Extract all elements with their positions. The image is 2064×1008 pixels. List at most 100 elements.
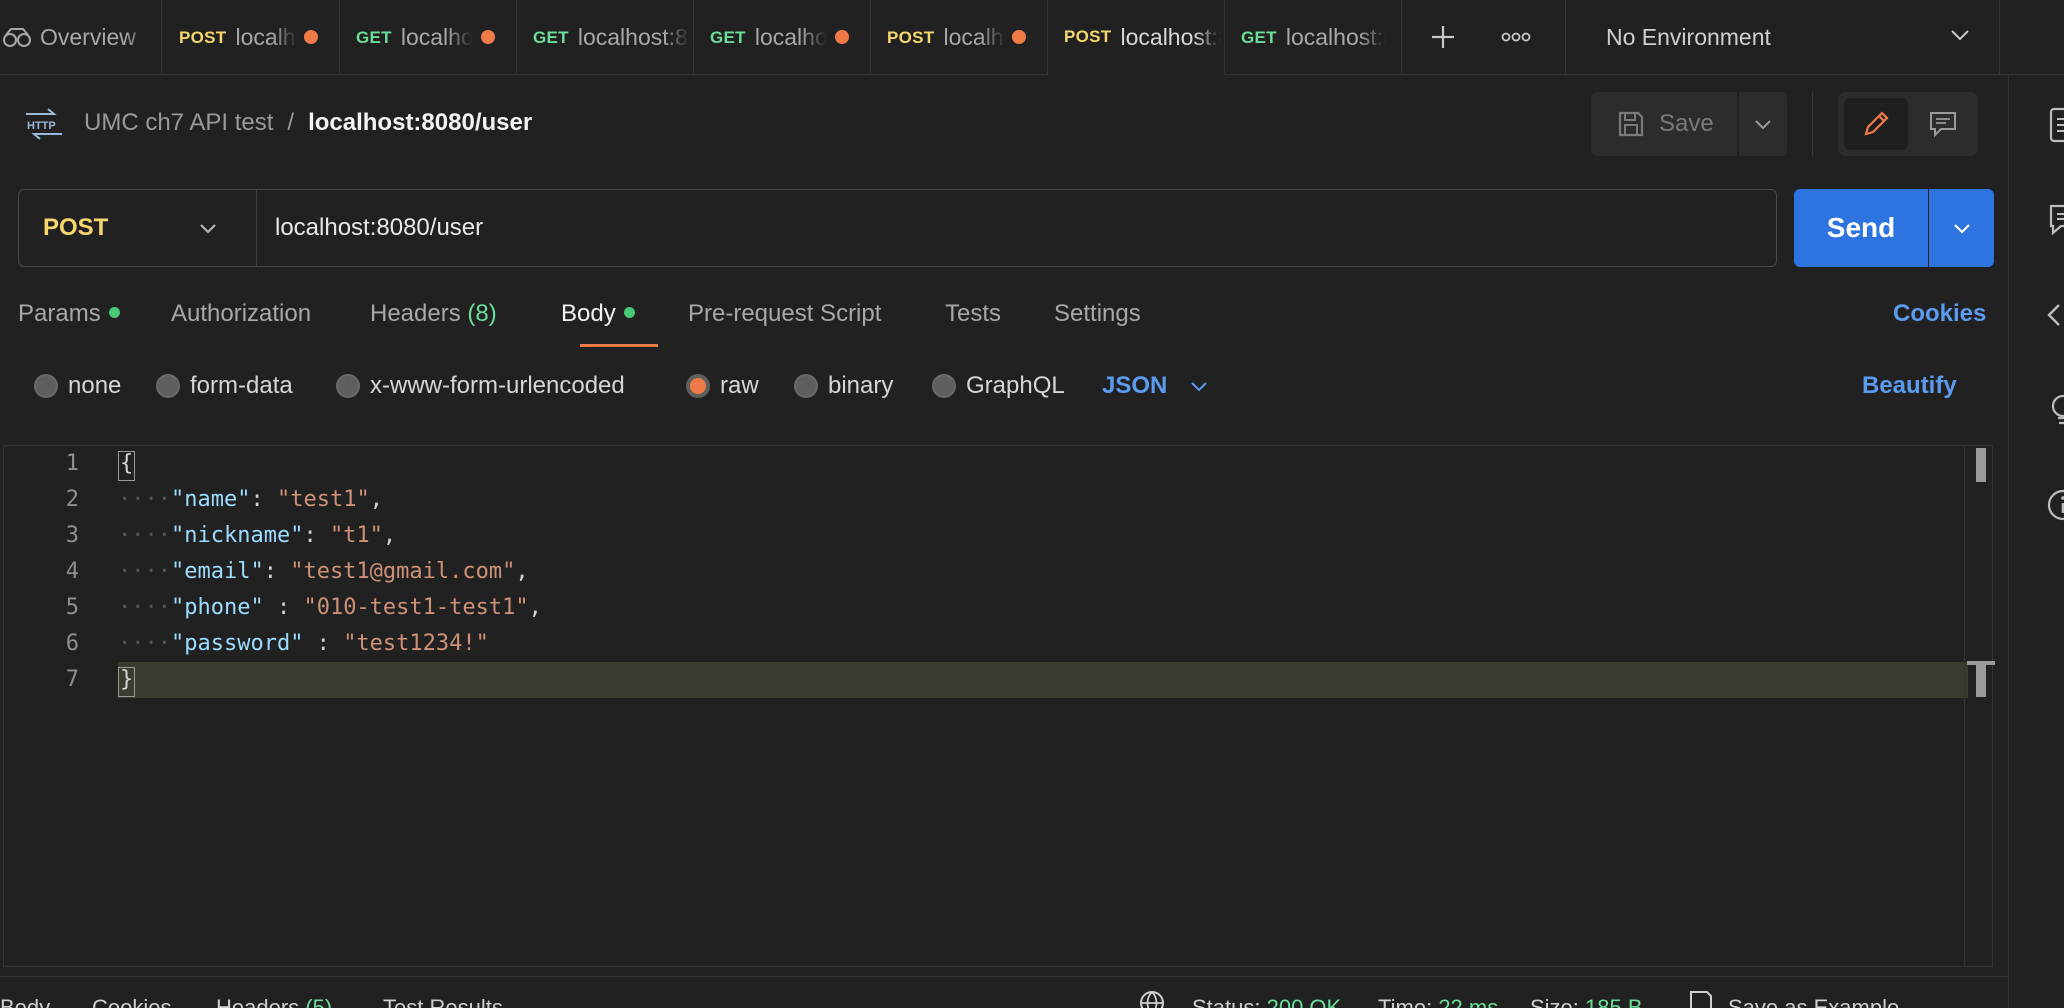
tab-pre-request-script[interactable]: Pre-request Script [688, 300, 881, 328]
json-key: "password" [170, 631, 304, 656]
cookies-link[interactable]: Cookies [1893, 300, 1986, 328]
send-options-button[interactable] [1929, 189, 1994, 267]
documentation-icon[interactable] [2041, 105, 2064, 145]
tab-request-active[interactable]: POST localhost:8080/user [1048, 0, 1225, 75]
tab-request[interactable]: GET localhost:8080 [340, 0, 517, 75]
tab-tests-label: Tests [945, 300, 1002, 327]
json-comma: , [369, 487, 383, 512]
json-value: "test1" [276, 487, 370, 512]
http-icon: HTTP [26, 108, 62, 140]
json-separator: : [250, 487, 277, 512]
time-value: 22 ms [1438, 995, 1499, 1008]
new-tab-plus-icon[interactable] [1420, 14, 1466, 60]
lightbulb-icon[interactable] [2041, 390, 2064, 430]
unsaved-dot-icon [304, 30, 318, 44]
scrollbar-track [1964, 446, 1965, 966]
json-separator: : [263, 595, 304, 620]
body-type-label: GraphQL [966, 372, 1065, 399]
tab-settings-label: Settings [1054, 300, 1141, 327]
tab-settings[interactable]: Settings [1054, 300, 1141, 328]
breadcrumb: UMC ch7 API test / localhost:8080/user [84, 109, 532, 137]
radio-button[interactable] [932, 374, 956, 398]
line-number: 1 [65, 451, 79, 476]
tab-request[interactable]: POST localhost:8080/user [163, 0, 340, 75]
tab-tests[interactable]: Tests [945, 300, 1001, 328]
svg-text:HTTP: HTTP [27, 120, 56, 132]
response-tab-test-results[interactable]: Test Results [383, 995, 503, 1008]
environment-selector[interactable]: No Environment [1565, 0, 2000, 75]
body-type-form-data[interactable]: form-data [156, 372, 293, 400]
body-type-raw[interactable]: raw [686, 372, 759, 400]
save-as-example-button[interactable]: Save as Example [1728, 995, 1899, 1008]
json-comma: , [528, 595, 542, 620]
code-editor[interactable]: 1 2 3 4 5 6 7 { ····"name": "test1", ···… [3, 445, 1995, 967]
json-key: "email" [170, 559, 264, 584]
globe-icon[interactable] [1138, 989, 1166, 1008]
tab-request[interactable]: GET localhost:8080 [694, 0, 871, 75]
line-number: 7 [65, 667, 79, 692]
info-icon[interactable] [2041, 485, 2064, 525]
tab-headers[interactable]: Headers (8) [370, 300, 497, 328]
save-label: Save [1659, 110, 1714, 137]
unsaved-dot-icon [835, 30, 849, 44]
json-separator: : [263, 559, 291, 584]
tab-request[interactable]: GET localhost:8080 [517, 0, 694, 75]
beautify-button[interactable]: Beautify [1862, 372, 1957, 400]
send-button[interactable]: Send [1794, 189, 1928, 267]
radio-button[interactable] [336, 374, 360, 398]
url-input[interactable] [257, 190, 1776, 266]
save-icon [1690, 991, 1712, 1008]
code-icon[interactable] [2041, 295, 2064, 335]
body-type-graphql[interactable]: GraphQL [932, 372, 1065, 400]
tab-bar: Overview POST localhost:8080/user GET lo… [0, 0, 2064, 75]
comment-mode-button[interactable] [1914, 98, 1972, 150]
save-options-button[interactable] [1739, 92, 1787, 156]
save-button[interactable]: Save [1591, 92, 1737, 156]
code-line: ····"nickname": "t1", [118, 523, 397, 548]
json-value: "t1" [329, 523, 383, 548]
code-line: ····"email": "test1@gmail.com", [118, 559, 529, 584]
body-type-none[interactable]: none [34, 372, 121, 400]
collection-name[interactable]: UMC ch7 API test [84, 109, 273, 137]
more-tabs-icon[interactable] [1493, 14, 1539, 60]
code-content[interactable]: { ····"name": "test1", ····"nickname": "… [118, 446, 1968, 698]
radio-button[interactable] [794, 374, 818, 398]
tab-method: POST [1064, 27, 1112, 46]
body-type-binary[interactable]: binary [794, 372, 893, 400]
edit-mode-button[interactable] [1844, 98, 1908, 150]
comments-icon[interactable] [2041, 200, 2064, 240]
request-tabs: Params Authorization Headers (8) Body Pr… [18, 296, 1998, 352]
tab-request[interactable]: POST localhost:8080 [871, 0, 1048, 75]
send-group: Send [1794, 189, 1994, 267]
header-divider [1812, 92, 1813, 156]
body-type-label: none [68, 372, 122, 399]
code-line-current: } [118, 662, 1968, 698]
json-separator: : [303, 631, 344, 656]
request-title[interactable]: localhost:8080/user [308, 109, 532, 137]
body-type-urlencoded[interactable]: x-www-form-urlencoded [336, 372, 625, 400]
radio-button[interactable] [34, 374, 58, 398]
method-select[interactable]: POST [19, 190, 257, 266]
json-key: "nickname" [170, 523, 304, 548]
radio-button-selected[interactable] [686, 374, 710, 398]
response-tab-body[interactable]: Body [0, 995, 50, 1008]
chevron-down-icon [1755, 120, 1771, 130]
response-tab-cookies[interactable]: Cookies [92, 995, 171, 1008]
tab-overview[interactable]: Overview [0, 0, 162, 75]
json-key: "name" [170, 487, 251, 512]
language-select[interactable]: JSON [1102, 372, 1209, 400]
tab-body[interactable]: Body [561, 300, 635, 328]
scrollbar-thumb[interactable] [1976, 448, 1986, 482]
response-tab-headers[interactable]: Headers (5) [216, 995, 332, 1008]
tab-request[interactable]: GET localhost:8080 [1225, 0, 1402, 75]
tab-authorization[interactable]: Authorization [171, 300, 311, 328]
status-dot-icon [108, 307, 120, 319]
tab-label: localhost:8080 [400, 24, 473, 51]
url-bar: POST [18, 189, 1777, 267]
chevron-down-icon [200, 224, 216, 234]
tab-method: GET [1241, 27, 1277, 47]
tab-headers-label: Headers [370, 300, 461, 327]
tab-params[interactable]: Params [18, 300, 120, 328]
json-value: "010-test1-test1" [303, 595, 529, 620]
radio-button[interactable] [156, 374, 180, 398]
